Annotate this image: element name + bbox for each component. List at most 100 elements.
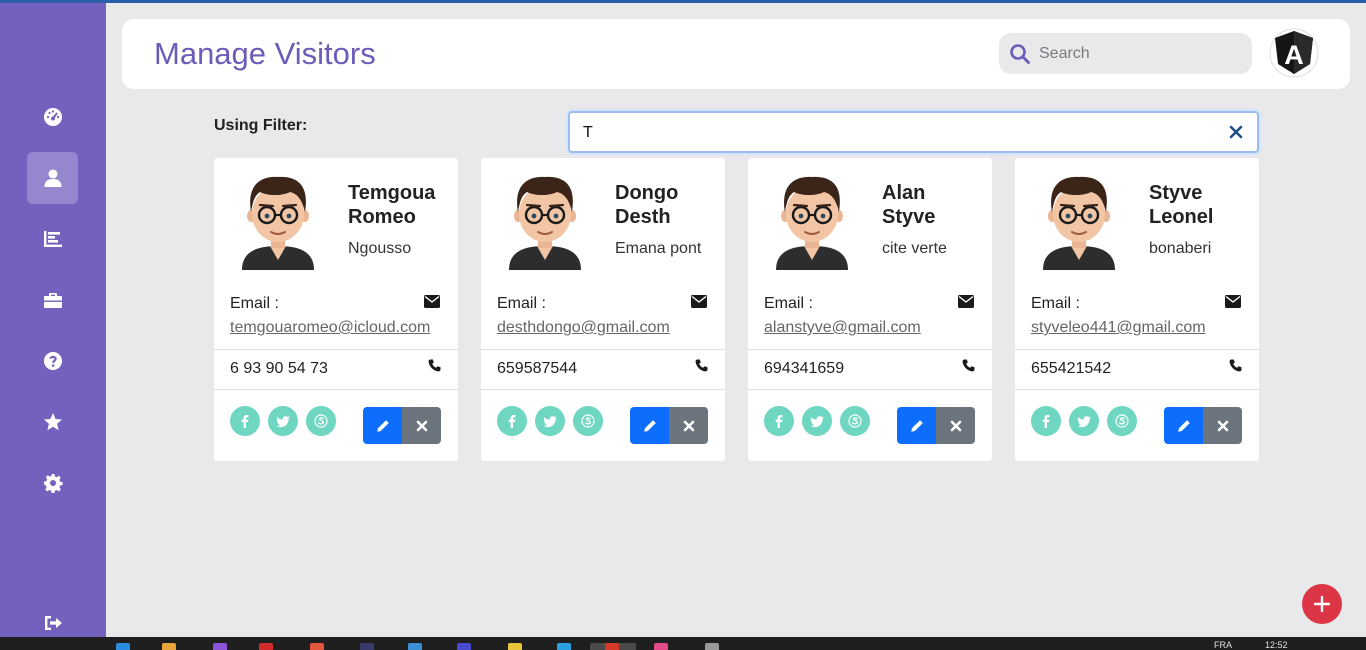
twitter-button[interactable]: [802, 406, 832, 436]
twitter-icon: [276, 416, 290, 428]
email-label: Email :: [230, 295, 279, 312]
taskbar-app-icon[interactable]: [705, 643, 719, 650]
facebook-button[interactable]: [230, 406, 260, 436]
taskbar-app-icon[interactable]: [259, 643, 273, 650]
delete-visitor-button[interactable]: [1203, 407, 1242, 444]
search-box[interactable]: [999, 33, 1252, 74]
sidebar-item-dashboard[interactable]: [27, 91, 78, 143]
taskbar-app-icon[interactable]: [605, 643, 619, 650]
skype-icon: [581, 414, 595, 428]
envelope-icon: [424, 295, 440, 308]
facebook-button[interactable]: [497, 406, 527, 436]
visitor-first-name: Temgoua: [348, 182, 436, 204]
filter-field[interactable]: [568, 111, 1259, 153]
taskbar-app-icon[interactable]: [654, 643, 668, 650]
visitor-name: Alan Styve: [882, 181, 982, 229]
taskbar-app-icon[interactable]: [408, 643, 422, 650]
twitter-button[interactable]: [535, 406, 565, 436]
skype-button[interactable]: [1107, 406, 1137, 436]
card-divider: [1015, 389, 1259, 390]
taskbar-app-icon[interactable]: [557, 643, 571, 650]
gear-icon: [43, 474, 63, 493]
pencil-icon: [376, 419, 389, 432]
top-accent-line: [0, 0, 1366, 3]
visitor-card: Temgoua Romeo Ngousso Email : temgouarom…: [214, 158, 458, 461]
bar-chart-icon: [43, 231, 62, 247]
visitor-name: Styve Leonel: [1149, 181, 1249, 229]
filter-input[interactable]: [583, 121, 1183, 145]
taskbar-app-icon[interactable]: [457, 643, 471, 650]
skype-button[interactable]: [840, 406, 870, 436]
visitor-first-name: Styve: [1149, 182, 1203, 204]
edit-visitor-button[interactable]: [897, 407, 936, 444]
visitor-email-link[interactable]: temgouaromeo@icloud.com: [230, 319, 430, 337]
envelope-icon: [1225, 295, 1241, 308]
taskbar-app-icon[interactable]: [116, 643, 130, 650]
sidebar-item-statistics[interactable]: [27, 213, 78, 265]
visitor-email-link[interactable]: desthdongo@gmail.com: [497, 319, 670, 337]
facebook-icon: [241, 415, 249, 428]
visitor-location: cite verte: [882, 240, 947, 257]
visitor-location: bonaberi: [1149, 240, 1212, 257]
pencil-icon: [643, 419, 656, 432]
card-divider: [481, 349, 725, 350]
card-divider: [214, 389, 458, 390]
twitter-button[interactable]: [268, 406, 298, 436]
edit-visitor-button[interactable]: [1164, 407, 1203, 444]
facebook-button[interactable]: [764, 406, 794, 436]
phone-icon: [962, 359, 975, 372]
close-icon: [950, 420, 961, 431]
clear-filter-icon[interactable]: [1229, 125, 1243, 139]
visitor-last-name: Romeo: [348, 206, 416, 228]
logout-icon: [44, 616, 62, 630]
visitor-phone: 6 93 90 54 73: [230, 360, 328, 377]
visitor-email-link[interactable]: styveleo441@gmail.com: [1031, 319, 1206, 337]
user-avatar[interactable]: A: [1269, 28, 1319, 78]
skype-button[interactable]: [306, 406, 336, 436]
search-input[interactable]: [1039, 33, 1239, 74]
visitor-name: Temgoua Romeo: [348, 181, 448, 229]
taskbar-app-icon[interactable]: [310, 643, 324, 650]
briefcase-icon: [43, 293, 62, 308]
tray-language[interactable]: FRA: [1214, 640, 1232, 650]
dashboard-icon: [43, 108, 62, 126]
visitor-last-name: Desth: [615, 206, 671, 228]
tray-clock[interactable]: 12:52: [1265, 640, 1288, 650]
delete-visitor-button[interactable]: [669, 407, 708, 444]
visitor-avatar-illustration: [776, 176, 848, 270]
sidebar-item-visitors[interactable]: [27, 152, 78, 204]
sidebar-item-jobs[interactable]: [27, 274, 78, 326]
close-icon: [683, 420, 694, 431]
visitor-email-link[interactable]: alanstyve@gmail.com: [764, 319, 921, 337]
envelope-icon: [958, 295, 974, 308]
edit-visitor-button[interactable]: [363, 407, 402, 444]
sidebar-item-help[interactable]: [27, 335, 78, 387]
twitter-icon: [810, 416, 824, 428]
pencil-icon: [1177, 419, 1190, 432]
email-label: Email :: [764, 295, 813, 312]
plus-icon: [1313, 595, 1331, 613]
twitter-button[interactable]: [1069, 406, 1099, 436]
taskbar-app-icon[interactable]: [162, 643, 176, 650]
sidebar-item-favorites[interactable]: [27, 396, 78, 448]
close-icon: [416, 420, 427, 431]
taskbar-app-icon[interactable]: [508, 643, 522, 650]
visitor-phone: 655421542: [1031, 360, 1112, 377]
header-bar: Manage Visitors A: [122, 19, 1350, 89]
add-visitor-button[interactable]: [1302, 584, 1342, 624]
visitor-phone: 694341659: [764, 360, 845, 377]
taskbar-app-icon[interactable]: [213, 643, 227, 650]
delete-visitor-button[interactable]: [936, 407, 975, 444]
facebook-icon: [508, 415, 516, 428]
facebook-button[interactable]: [1031, 406, 1061, 436]
skype-button[interactable]: [573, 406, 603, 436]
card-divider: [748, 349, 992, 350]
sidebar-item-settings[interactable]: [27, 457, 78, 509]
visitor-card: Dongo Desth Emana pont Email : desthdong…: [481, 158, 725, 461]
edit-visitor-button[interactable]: [630, 407, 669, 444]
delete-visitor-button[interactable]: [402, 407, 441, 444]
taskbar-app-icon[interactable]: [360, 643, 374, 650]
visitor-avatar-illustration: [242, 176, 314, 270]
visitor-first-name: Alan: [882, 182, 926, 204]
user-icon: [44, 169, 61, 187]
